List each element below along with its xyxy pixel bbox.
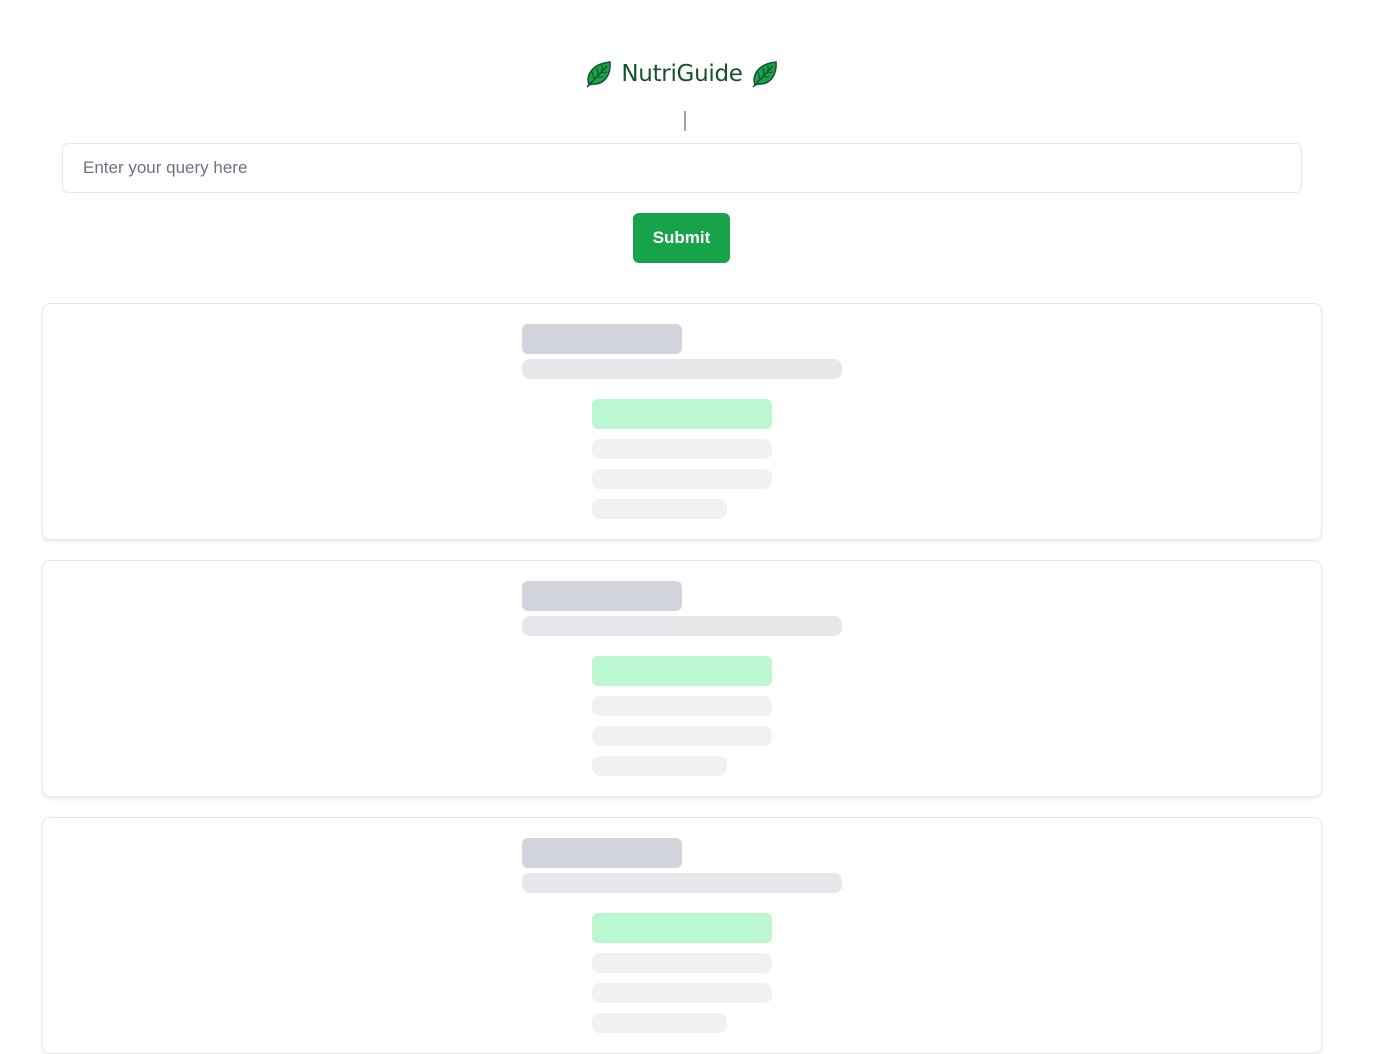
skeleton-line [592,1013,727,1033]
app-header: NutriGuide [0,58,1364,90]
skeleton-subtitle [522,873,842,893]
result-card-skeleton [42,303,1322,540]
skeleton-title [522,324,682,354]
search-input[interactable] [62,143,1302,193]
submit-button[interactable]: Submit [633,213,730,263]
result-card-skeleton [42,560,1322,797]
skeleton-line [592,756,727,776]
skeleton-title [522,838,682,868]
skeleton-line [592,499,727,519]
result-card-skeleton [42,817,1322,1054]
text-cursor-divider [684,111,686,131]
skeleton-line [592,983,772,1003]
skeleton-line [592,469,772,489]
skeleton-title [522,581,682,611]
skeleton-highlight [592,656,772,686]
skeleton-highlight [592,399,772,429]
skeleton-line [592,696,772,716]
leaf-icon [583,58,615,90]
leaf-icon [749,58,781,90]
skeleton-highlight [592,913,772,943]
app-title: NutriGuide [621,61,743,87]
skeleton-line [592,439,772,459]
skeleton-subtitle [522,616,842,636]
skeleton-subtitle [522,359,842,379]
skeleton-line [592,953,772,973]
skeleton-line [592,726,772,746]
